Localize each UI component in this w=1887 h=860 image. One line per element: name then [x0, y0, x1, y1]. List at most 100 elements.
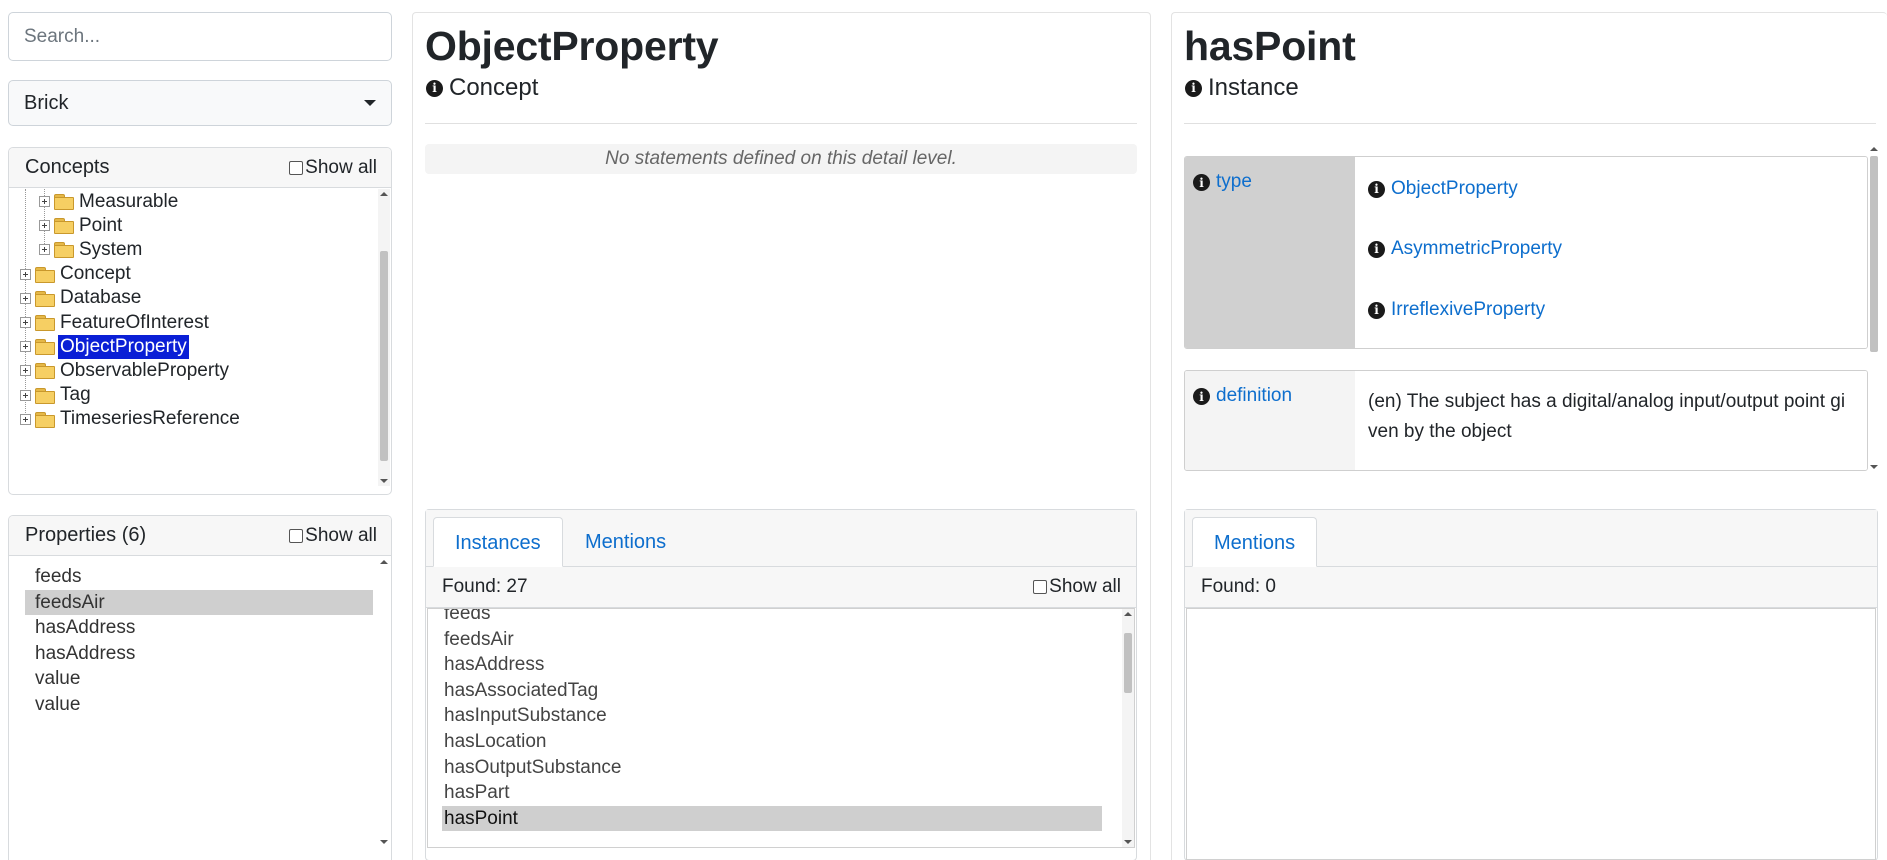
- info-icon[interactable]: i: [1368, 180, 1385, 198]
- page-title: ObjectProperty: [425, 23, 719, 69]
- tree-item[interactable]: TimeseriesReference: [20, 405, 242, 434]
- plus-box-icon[interactable]: [20, 268, 31, 280]
- instances-found-count: Found: 27: [442, 576, 528, 597]
- instances-scrollbar[interactable]: [1122, 609, 1134, 847]
- info-icon[interactable]: i: [1185, 79, 1202, 97]
- plus-box-icon[interactable]: [20, 317, 31, 328]
- properties-show-all[interactable]: Show all: [289, 525, 377, 547]
- tree-item-label[interactable]: ObservableProperty: [58, 359, 231, 383]
- tree-item-label[interactable]: FeatureOfInterest: [58, 311, 211, 335]
- property-item[interactable]: feedsAir: [25, 589, 373, 615]
- instance-item[interactable]: feedsAir: [442, 627, 1102, 653]
- instance-item[interactable]: hasPoint: [442, 805, 1102, 832]
- scroll-down-icon[interactable]: [380, 479, 388, 483]
- type-value-label: IrreflexiveProperty: [1391, 299, 1546, 320]
- plus-box-icon[interactable]: [20, 413, 31, 425]
- instances-scroll-thumb[interactable]: [1124, 633, 1132, 693]
- plus-box-icon[interactable]: [20, 292, 31, 304]
- statement-type-key[interactable]: i type: [1185, 157, 1355, 348]
- folder-icon: [54, 242, 74, 259]
- plus-box-icon[interactable]: [20, 341, 31, 353]
- statements-area: i type i ObjectProperty i AsymmetricProp…: [1184, 144, 1876, 474]
- property-item[interactable]: hasAddress: [25, 641, 373, 667]
- properties-show-all-checkbox[interactable]: [289, 528, 304, 543]
- scroll-up-icon[interactable]: [1870, 147, 1878, 151]
- instance-item[interactable]: hasInputSubstance: [442, 703, 1102, 729]
- instance-item[interactable]: hasAddress: [442, 652, 1102, 678]
- property-item[interactable]: value: [25, 692, 373, 718]
- concepts-scroll-thumb[interactable]: [380, 251, 388, 461]
- no-statements-message: No statements defined on this detail lev…: [425, 144, 1137, 174]
- info-icon[interactable]: i: [1368, 301, 1385, 319]
- divider: [425, 123, 1137, 124]
- search-input[interactable]: [8, 12, 392, 61]
- plus-box-icon[interactable]: [39, 196, 50, 207]
- scroll-up-icon[interactable]: [380, 192, 388, 196]
- plus-box-icon[interactable]: [39, 220, 50, 232]
- scroll-down-icon[interactable]: [380, 840, 388, 844]
- concepts-title: Concepts: [25, 156, 110, 178]
- type-value-label: ObjectProperty: [1391, 178, 1518, 199]
- mentions-found-bar: Found: 0: [1185, 567, 1877, 608]
- instances-show-all[interactable]: Show all: [1033, 576, 1121, 598]
- tab-mentions[interactable]: Mentions: [564, 517, 687, 567]
- property-item[interactable]: feeds: [25, 564, 373, 590]
- scroll-down-icon[interactable]: [1870, 465, 1878, 469]
- vocabulary-select[interactable]: Brick: [8, 80, 392, 126]
- tab-instances[interactable]: Instances: [433, 517, 563, 567]
- instances-list: hasPoint hasPart hasOutputSubstance hasLoca…: [427, 608, 1135, 848]
- info-icon[interactable]: i: [1193, 174, 1210, 191]
- properties-show-all-label: Show all: [305, 524, 377, 546]
- statements-scroll-thumb[interactable]: [1870, 156, 1878, 352]
- plus-box-icon[interactable]: [20, 389, 31, 401]
- instances-show-all-checkbox[interactable]: [1033, 580, 1048, 594]
- scroll-up-icon[interactable]: [380, 560, 388, 564]
- properties-header: Properties (6) Show all: [9, 516, 391, 556]
- statements-scrollbar[interactable]: [1868, 144, 1880, 472]
- scroll-down-icon[interactable]: [1124, 840, 1132, 844]
- type-value-irreflexiveproperty[interactable]: i IrreflexiveProperty: [1368, 298, 1545, 322]
- statement-definition-key[interactable]: i definition: [1185, 371, 1355, 470]
- instances-found-bar: Found: 27 Show all: [426, 567, 1136, 608]
- properties-scrollbar[interactable]: [378, 557, 390, 847]
- properties-list: feeds feedsAir hasAddress hasAddress value va…: [25, 564, 373, 717]
- tree-item-label[interactable]: Point: [77, 214, 124, 238]
- info-icon[interactable]: i: [1368, 240, 1385, 258]
- instance-item[interactable]: hasPart: [442, 780, 1102, 806]
- instance-item[interactable]: hasAssociatedTag: [442, 678, 1102, 704]
- statement-type-values: i ObjectProperty i AsymmetricProperty i …: [1355, 157, 1867, 348]
- tree-item-label[interactable]: Concept: [58, 262, 133, 286]
- concepts-scrollbar[interactable]: [378, 189, 390, 486]
- concepts-show-all[interactable]: Show all: [289, 157, 377, 179]
- instance-item[interactable]: feeds: [442, 609, 1102, 627]
- folder-icon: [35, 315, 55, 331]
- type-value-asymmetricproperty[interactable]: i AsymmetricProperty: [1368, 237, 1562, 261]
- plus-box-icon[interactable]: [20, 365, 31, 377]
- mentions-found-count: Found: 0: [1201, 576, 1276, 597]
- mentions-tabs-panel: Mentions Found: 0: [1184, 509, 1878, 860]
- tab-mentions[interactable]: Mentions: [1192, 517, 1318, 567]
- type-value-label: AsymmetricProperty: [1391, 238, 1563, 259]
- tree-item-label[interactable]: System: [77, 238, 144, 262]
- concepts-show-all-checkbox[interactable]: [289, 160, 304, 175]
- instance-item[interactable]: hasOutputSubstance: [442, 755, 1102, 781]
- tree-item-label[interactable]: Database: [58, 286, 143, 310]
- properties-title: Properties (6): [25, 524, 147, 546]
- instance-item[interactable]: hasLocation: [442, 729, 1102, 755]
- tree-item-label[interactable]: TimeseriesReference: [58, 407, 242, 431]
- tree-item-label[interactable]: Measurable: [77, 190, 180, 214]
- folder-icon: [35, 387, 55, 404]
- entity-kind: i Concept: [426, 74, 538, 102]
- info-icon[interactable]: i: [426, 79, 443, 97]
- scroll-up-icon[interactable]: [1124, 612, 1132, 616]
- instances-show-all-label: Show all: [1049, 576, 1121, 597]
- property-item[interactable]: value: [25, 666, 373, 692]
- tree-item-label[interactable]: ObjectProperty: [58, 334, 189, 359]
- type-value-objectproperty[interactable]: i ObjectProperty: [1368, 177, 1518, 201]
- divider: [1184, 123, 1876, 124]
- property-item[interactable]: hasAddress: [25, 615, 373, 641]
- tree-item-label[interactable]: Tag: [58, 383, 93, 407]
- plus-box-icon[interactable]: [39, 244, 50, 256]
- info-icon[interactable]: i: [1193, 388, 1210, 405]
- tab-bar: Mentions: [1185, 510, 1877, 567]
